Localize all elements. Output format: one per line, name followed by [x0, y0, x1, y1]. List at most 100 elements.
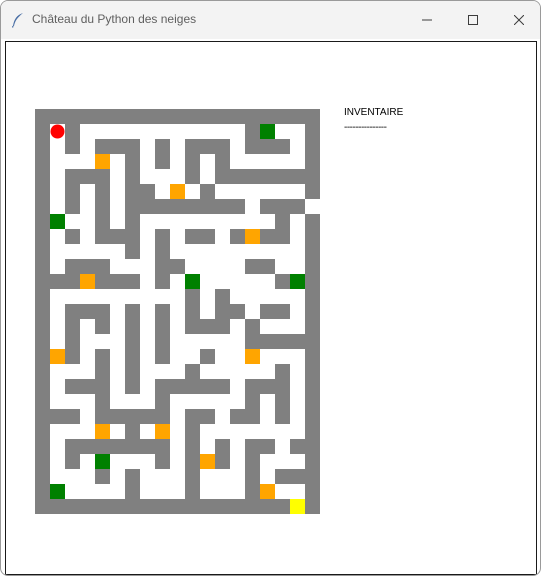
key-item [50, 349, 65, 364]
maze-wall [95, 259, 110, 274]
maze-wall [230, 229, 245, 244]
maze-wall [215, 454, 230, 469]
maze-wall [305, 139, 320, 154]
maze-wall [65, 409, 80, 424]
maze-wall [35, 394, 50, 409]
maze-wall [35, 199, 50, 214]
maze-wall [170, 199, 185, 214]
maze-wall [65, 334, 80, 349]
maze-wall [275, 379, 290, 394]
maze-wall [65, 379, 80, 394]
maze-wall [200, 199, 215, 214]
maze-wall [80, 109, 95, 124]
maze-wall [275, 469, 290, 484]
maze-wall [110, 499, 125, 514]
maze-wall [185, 424, 200, 439]
maze-wall [305, 319, 320, 334]
maze-wall [95, 499, 110, 514]
maze-wall [260, 304, 275, 319]
maze-wall [260, 334, 275, 349]
maze-wall [155, 154, 170, 169]
maze-wall [35, 304, 50, 319]
maze-wall [305, 379, 320, 394]
door-cell [50, 214, 65, 229]
maze-wall [35, 499, 50, 514]
maze-wall [260, 199, 275, 214]
maze-wall [125, 244, 140, 259]
maze-wall [260, 259, 275, 274]
maze-wall [35, 424, 50, 439]
door-cell [50, 484, 65, 499]
maze-wall [50, 274, 65, 289]
maze-wall [185, 364, 200, 379]
maze-wall [215, 319, 230, 334]
maze-wall [185, 139, 200, 154]
maze-wall [125, 379, 140, 394]
maze-wall [65, 169, 80, 184]
maze-wall [35, 109, 50, 124]
maze-wall [125, 499, 140, 514]
maze-wall [185, 484, 200, 499]
minimize-button[interactable] [404, 1, 450, 39]
door-cell [95, 454, 110, 469]
maze-wall [200, 109, 215, 124]
key-item [200, 454, 215, 469]
maze-wall [95, 139, 110, 154]
maze-wall [110, 229, 125, 244]
maze-wall [65, 439, 80, 454]
maze-wall [275, 409, 290, 424]
maze-wall [35, 259, 50, 274]
game-canvas[interactable]: INVENTAIRE --------------- [5, 41, 537, 575]
maze-wall [95, 364, 110, 379]
maximize-button[interactable] [450, 1, 496, 39]
maze-wall [245, 334, 260, 349]
maze-wall [185, 154, 200, 169]
maze-wall [35, 154, 50, 169]
maze-wall [305, 304, 320, 319]
maze-wall [275, 109, 290, 124]
player-marker [50, 124, 65, 139]
maze-wall [155, 139, 170, 154]
maze-wall [65, 229, 80, 244]
maze-wall [245, 319, 260, 334]
maze-wall [65, 304, 80, 319]
close-button[interactable] [496, 1, 540, 39]
maze-wall [200, 229, 215, 244]
key-item [260, 484, 275, 499]
maze-board [35, 109, 320, 514]
maze-wall [275, 169, 290, 184]
maze-wall [95, 349, 110, 364]
maze-wall [305, 454, 320, 469]
maze-wall [245, 169, 260, 184]
maze-wall [140, 109, 155, 124]
maze-wall [65, 124, 80, 139]
maze-wall [35, 244, 50, 259]
maze-wall [35, 469, 50, 484]
maze-wall [185, 499, 200, 514]
maze-wall [260, 499, 275, 514]
maze-wall [305, 154, 320, 169]
maze-wall [305, 349, 320, 364]
maze-wall [215, 169, 230, 184]
maze-wall [50, 109, 65, 124]
maze-wall [305, 289, 320, 304]
maze-wall [155, 439, 170, 454]
maze-wall [215, 499, 230, 514]
maze-wall [305, 109, 320, 124]
maze-wall [155, 499, 170, 514]
title-bar[interactable]: Château du Python des neiges [1, 1, 540, 39]
feather-icon [11, 12, 25, 28]
maze-wall [275, 229, 290, 244]
maze-wall [305, 229, 320, 244]
maze-wall [95, 409, 110, 424]
maze-wall [260, 109, 275, 124]
maze-wall [170, 109, 185, 124]
maze-wall [35, 184, 50, 199]
maze-wall [95, 394, 110, 409]
maze-wall [215, 304, 230, 319]
maze-wall [275, 364, 290, 379]
maze-wall [95, 184, 110, 199]
door-cell [290, 274, 305, 289]
maze-wall [155, 409, 170, 424]
maze-wall [155, 304, 170, 319]
